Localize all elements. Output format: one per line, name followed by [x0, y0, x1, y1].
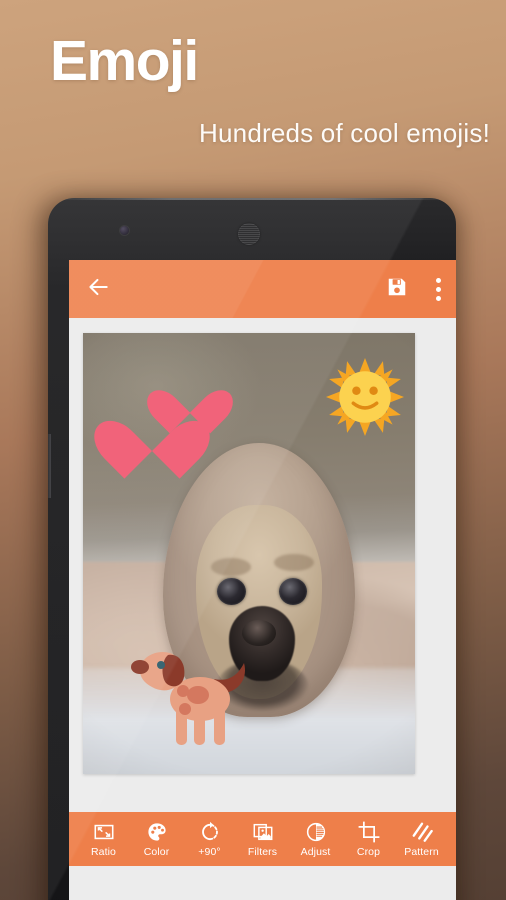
- dog-spot-small-2: [179, 703, 191, 715]
- dog-leg-mid: [194, 707, 205, 745]
- sun-eye-right: [369, 386, 378, 395]
- crop-icon: [358, 821, 379, 842]
- tool-pattern[interactable]: Pattern: [395, 812, 448, 866]
- tool-label: +90°: [198, 845, 221, 858]
- back-button[interactable]: [85, 274, 111, 305]
- device-edge-highlight: [48, 198, 456, 200]
- editor-canvas[interactable]: Ratio Color +90° Filters Adjust Crop Pat…: [69, 318, 456, 866]
- pattern-icon: [412, 822, 433, 842]
- save-icon: [388, 278, 406, 295]
- front-camera-icon: [120, 226, 129, 235]
- photo-preview[interactable]: [83, 333, 415, 774]
- earpiece-speaker-icon: [238, 223, 260, 245]
- dog-leg-back: [214, 705, 225, 745]
- dog-nose: [131, 660, 149, 674]
- dog-spot-small-1: [177, 685, 189, 697]
- tool-color[interactable]: Color: [130, 812, 183, 866]
- palette-icon: [147, 822, 166, 841]
- dog-ear: [162, 654, 185, 687]
- page-subtitle: Hundreds of cool emojis!: [199, 118, 490, 148]
- overflow-dot: [436, 286, 441, 292]
- back-arrow-icon: [89, 278, 108, 295]
- contrast-icon: [306, 822, 325, 841]
- device-top-bezel: [48, 198, 456, 260]
- dog-sticker[interactable]: [128, 643, 258, 751]
- phone-screen: Ratio Color +90° Filters Adjust Crop Pat…: [69, 260, 456, 900]
- tool-crop[interactable]: Crop: [342, 812, 395, 866]
- tool-label: Adjust: [300, 845, 331, 858]
- dog-eye: [157, 661, 165, 669]
- sun-eye-left: [352, 386, 361, 395]
- tool-filters[interactable]: Filters: [236, 812, 289, 866]
- rotate-right-icon: [201, 821, 218, 840]
- photo-stack-icon: [253, 823, 272, 840]
- tool-label: Filters: [247, 845, 278, 858]
- save-button[interactable]: [386, 276, 436, 303]
- volume-button[interactable]: [48, 434, 51, 498]
- tool-label: Pattern: [404, 845, 439, 858]
- heart-sticker-small[interactable]: [161, 371, 219, 423]
- editor-toolbar: Ratio Color +90° Filters Adjust Crop Pat…: [69, 812, 456, 866]
- aspect-ratio-icon: [94, 824, 113, 839]
- tool-label: Ratio: [90, 845, 116, 858]
- overflow-menu-button[interactable]: [436, 277, 441, 301]
- tool-adjust[interactable]: Adjust: [289, 812, 342, 866]
- dog-spot-large: [187, 686, 209, 704]
- app-bar: [69, 260, 456, 318]
- tool-label: Crop: [356, 845, 381, 858]
- overflow-dot: [436, 277, 441, 283]
- phone-device-mockup: Ratio Color +90° Filters Adjust Crop Pat…: [48, 198, 456, 900]
- page-title: Emoji: [50, 29, 199, 93]
- tool-label: Color: [143, 845, 170, 858]
- overflow-dot: [436, 295, 441, 301]
- tool-rotate[interactable]: +90°: [183, 812, 236, 866]
- tool-ratio[interactable]: Ratio: [77, 812, 130, 866]
- sun-face: [339, 371, 391, 423]
- sun-smile-sticker[interactable]: [326, 358, 404, 436]
